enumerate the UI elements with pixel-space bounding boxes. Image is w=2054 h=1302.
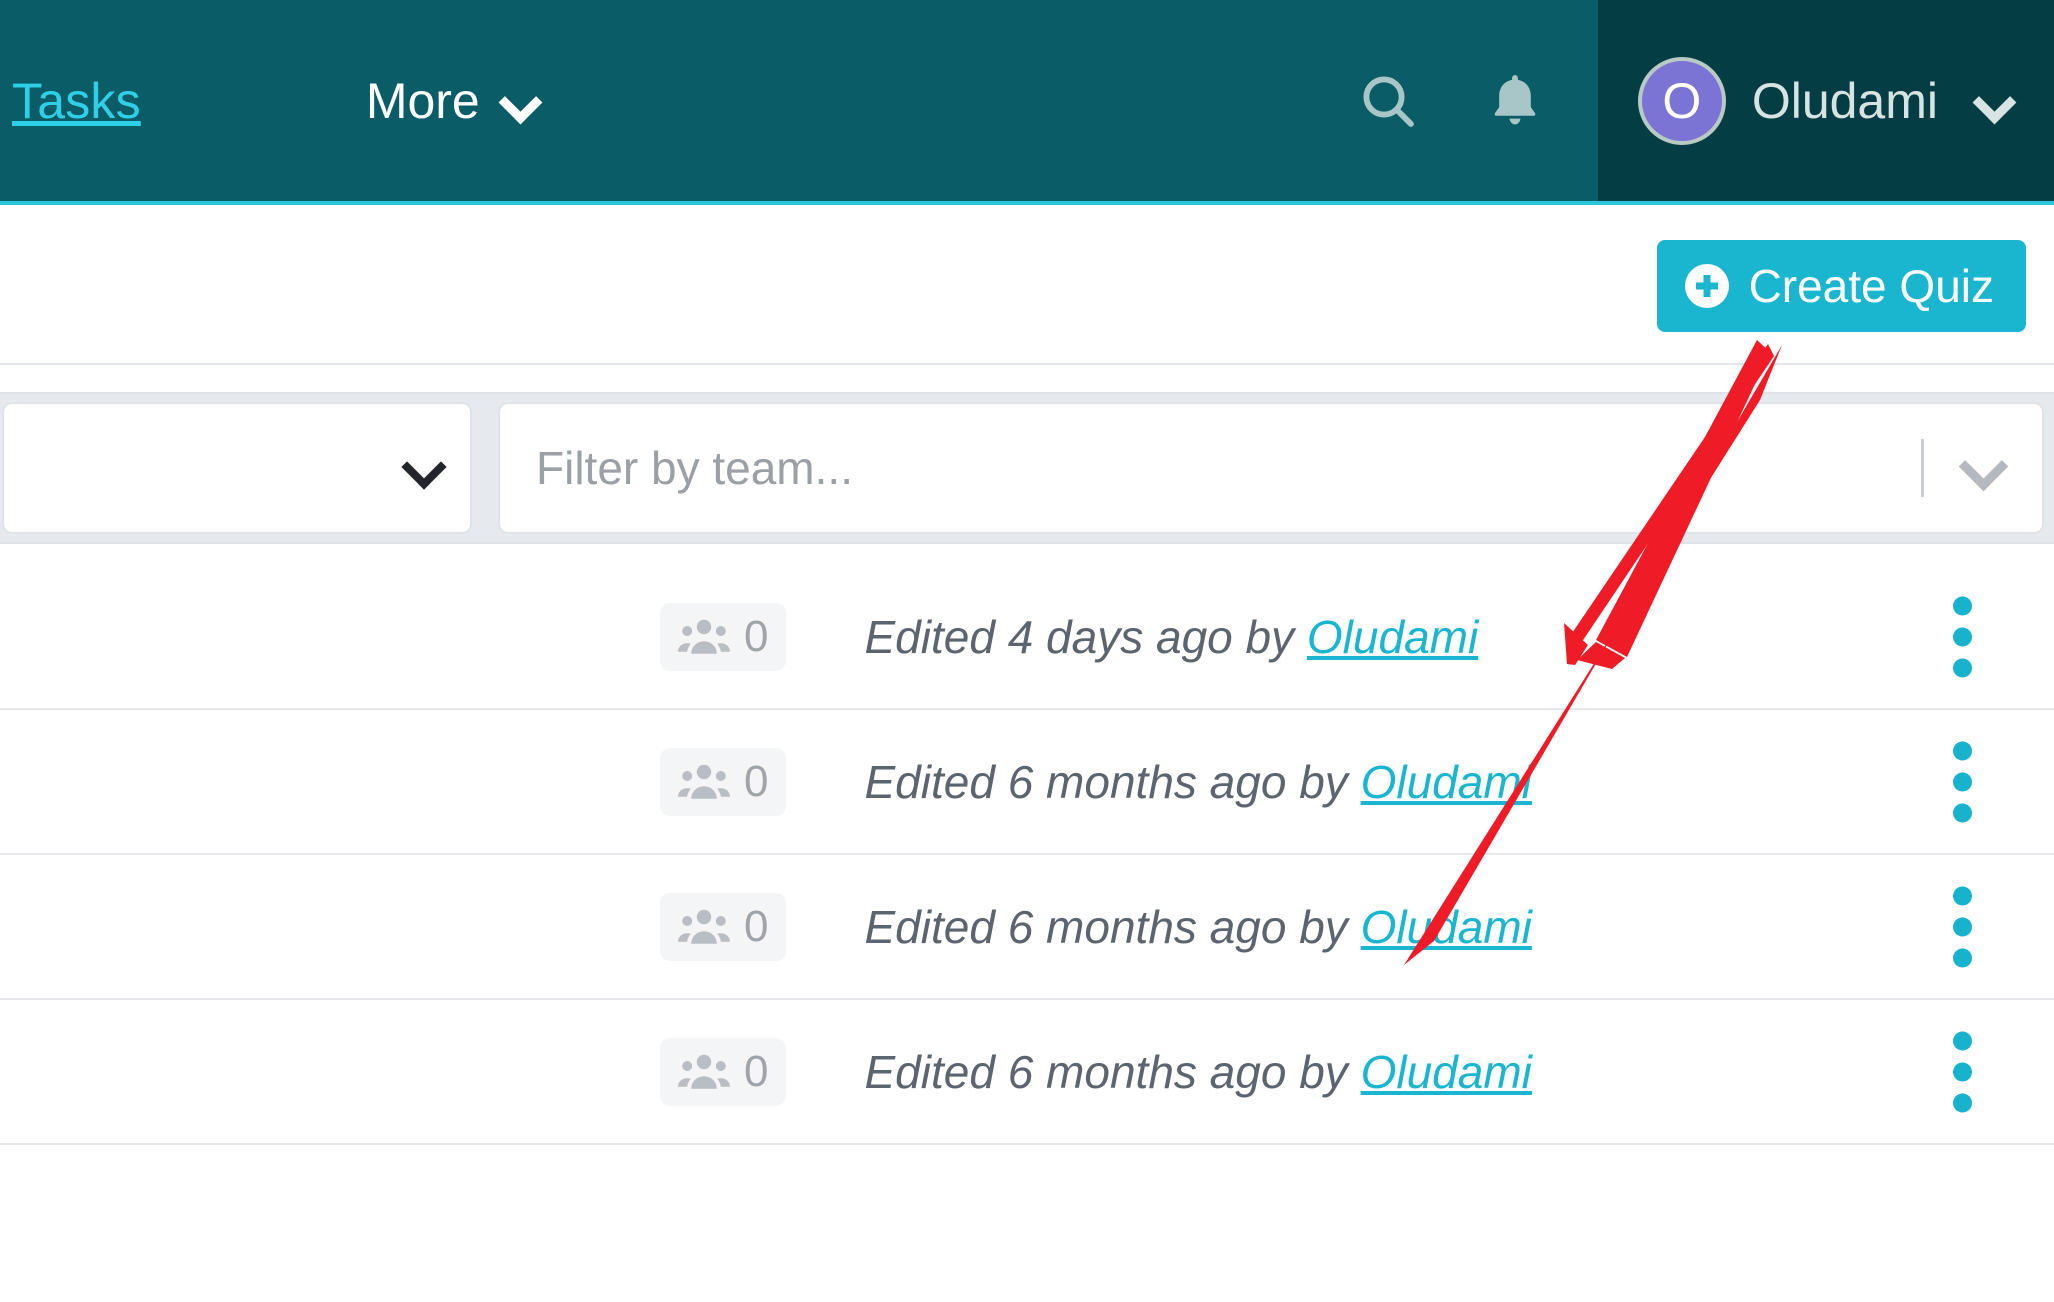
edited-meta: Edited 4 days ago by Oludami: [864, 610, 1478, 664]
bell-icon[interactable]: [1486, 69, 1544, 133]
team-filter-combobox[interactable]: [498, 402, 2044, 534]
participants-count: 0: [744, 611, 769, 661]
edited-meta: Edited 6 months ago by Oludami: [864, 900, 1531, 954]
table-row[interactable]: 0 Edited 6 months ago by Oludami: [0, 855, 2054, 1000]
edited-meta: Edited 6 months ago by Oludami: [864, 1045, 1531, 1099]
edited-prefix: Edited 6 months ago by: [864, 755, 1361, 808]
participants-badge: 0: [660, 1037, 787, 1106]
chevron-down-icon: [1976, 84, 2010, 118]
navbar-right-group: O Oludami: [1356, 0, 2054, 201]
navbar-left-group: Tasks More: [0, 0, 536, 201]
kebab-menu-icon[interactable]: [1953, 886, 1972, 967]
chevron-down-icon[interactable]: [1964, 449, 2002, 487]
participants-count: 0: [744, 1046, 769, 1096]
users-icon: [678, 1054, 730, 1089]
table-row[interactable]: 0 Edited 6 months ago by Oludami: [0, 1000, 2054, 1145]
create-quiz-button[interactable]: Create Quiz: [1656, 240, 2026, 332]
table-row[interactable]: 0 Edited 6 months ago by Oludami: [0, 710, 2054, 855]
kebab-menu-icon[interactable]: [1953, 741, 1972, 822]
quiz-list: 0 Edited 4 days ago by Oludami 0 Edited …: [0, 565, 2054, 1145]
user-menu[interactable]: O Oludami: [1597, 0, 2054, 201]
participants-count: 0: [744, 756, 769, 806]
top-navbar: Tasks More O Oludami: [0, 0, 2054, 205]
edited-prefix: Edited 6 months ago by: [864, 900, 1361, 953]
edited-author-link[interactable]: Oludami: [1361, 1046, 1532, 1098]
participants-count: 0: [744, 901, 769, 951]
chevron-down-icon: [502, 84, 536, 118]
user-name: Oludami: [1751, 72, 1938, 129]
navbar-icon-group: [1356, 0, 1598, 201]
kebab-menu-icon[interactable]: [1953, 596, 1972, 677]
users-icon: [678, 909, 730, 944]
page-action-strip: Create Quiz: [0, 205, 2054, 365]
users-icon: [678, 619, 730, 654]
avatar: O: [1637, 56, 1726, 145]
chevron-down-icon: [406, 451, 440, 485]
search-icon[interactable]: [1356, 69, 1420, 133]
participants-badge: 0: [660, 602, 787, 671]
users-icon: [678, 764, 730, 799]
filter-bar: [0, 392, 2054, 544]
input-separator: [1921, 439, 1924, 497]
edited-meta: Edited 6 months ago by Oludami: [864, 755, 1531, 809]
sort-select[interactable]: [2, 402, 472, 534]
edited-author-link[interactable]: Oludami: [1361, 756, 1532, 808]
nav-link-tasks[interactable]: Tasks: [0, 72, 161, 130]
table-row[interactable]: 0 Edited 4 days ago by Oludami: [0, 565, 2054, 710]
participants-badge: 0: [660, 747, 787, 816]
team-filter-input[interactable]: [500, 404, 2042, 532]
nav-more-dropdown[interactable]: More: [366, 72, 536, 130]
participants-badge: 0: [660, 892, 787, 961]
edited-prefix: Edited 6 months ago by: [864, 1045, 1361, 1098]
nav-more-label: More: [365, 72, 480, 129]
plus-circle-icon: [1684, 264, 1729, 308]
create-quiz-label: Create Quiz: [1748, 260, 1994, 312]
edited-author-link[interactable]: Oludami: [1361, 901, 1532, 953]
edited-author-link[interactable]: Oludami: [1307, 611, 1478, 663]
app-root: Tasks More O Oludami Create Quiz Filter …: [0, 0, 2054, 1302]
kebab-menu-icon[interactable]: [1953, 1031, 1972, 1112]
edited-prefix: Edited 4 days ago by: [864, 610, 1307, 663]
